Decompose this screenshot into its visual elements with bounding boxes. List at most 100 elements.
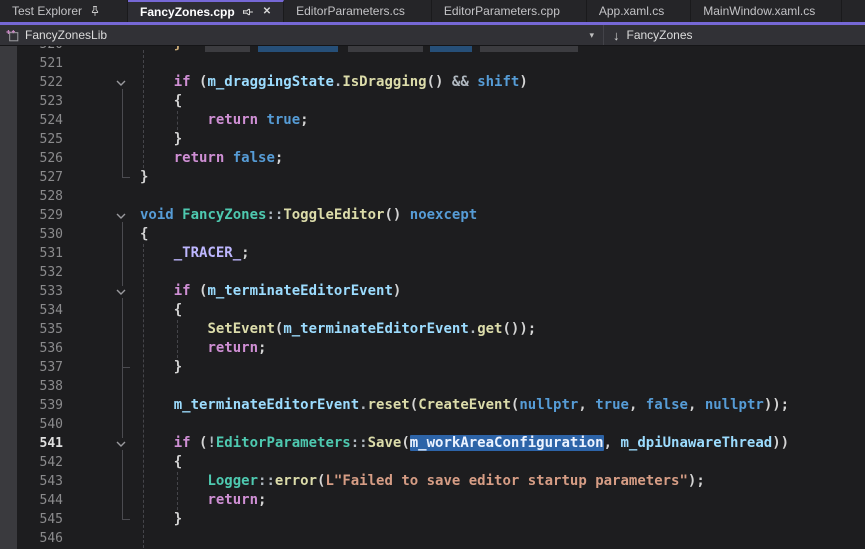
document-tab-bar: Test Explorer FancyZones.cpp ✕ EditorParame… <box>0 0 865 25</box>
code-token: true <box>595 397 629 413</box>
code-token: true <box>266 112 300 128</box>
code-token <box>140 245 174 261</box>
code-token: } <box>140 511 182 527</box>
structure-guide-tick <box>122 367 130 368</box>
selected-token: m_workAreaConfiguration <box>410 435 604 451</box>
code-token: reset <box>368 397 410 413</box>
code-line-523[interactable]: 523 { <box>0 92 865 111</box>
fold-chevron-icon[interactable] <box>111 438 131 450</box>
tab-editorparameters-cpp[interactable]: EditorParameters.cpp <box>432 0 587 22</box>
line-number: 525 <box>0 130 63 149</box>
code-line-540[interactable]: 540 <box>0 415 865 434</box>
code-line-539[interactable]: 539 m_terminateEditorEvent.reset(CreateE… <box>0 396 865 415</box>
tab-label: App.xaml.cs <box>599 4 664 18</box>
code-line-534[interactable]: 534 { <box>0 301 865 320</box>
code-token <box>140 112 207 128</box>
line-number: 523 <box>0 92 63 111</box>
code-token: ) <box>519 74 527 90</box>
navigation-bar: FancyZonesLib ▾ ↓ FancyZones <box>0 25 865 46</box>
code-line-532[interactable]: 532 <box>0 263 865 282</box>
code-text: if (m_draggingState.IsDragging() && shif… <box>140 73 528 92</box>
code-line-543[interactable]: 543 Logger::error(L"Failed to save edito… <box>0 472 865 491</box>
code-token: Logger <box>207 473 258 489</box>
code-token: )) <box>772 435 789 451</box>
code-token: m_terminateEditorEvent <box>283 321 468 337</box>
code-line-538[interactable]: 538 <box>0 377 865 396</box>
code-token: )); <box>764 397 789 413</box>
code-token: m_draggingState <box>207 74 333 90</box>
pin-icon[interactable] <box>242 6 254 18</box>
code-token: return <box>207 112 258 128</box>
tab-app-xaml-cs[interactable]: App.xaml.cs <box>587 0 691 22</box>
pin-icon[interactable] <box>89 5 101 17</box>
code-token <box>140 283 174 299</box>
code-line-544[interactable]: 544 return; <box>0 491 865 510</box>
code-line-531[interactable]: 531 _TRACER_; <box>0 244 865 263</box>
code-token: , <box>629 397 646 413</box>
code-editor[interactable]: 520 }521522 if (m_draggingState.IsDraggi… <box>0 46 865 549</box>
code-line-526[interactable]: 526 return false; <box>0 149 865 168</box>
code-line-541[interactable]: 541 if (!EditorParameters::Save(m_workAr… <box>0 434 865 453</box>
member-dropdown[interactable]: ↓ FancyZones <box>604 25 865 45</box>
code-line-530[interactable]: 530{ <box>0 225 865 244</box>
code-token: ()); <box>502 321 536 337</box>
code-token: ( <box>191 283 208 299</box>
tab-test-explorer[interactable]: Test Explorer <box>0 0 128 22</box>
code-line-528[interactable]: 528 <box>0 187 865 206</box>
tab-label: FancyZones.cpp <box>140 5 235 19</box>
tab-fancyzones-cpp[interactable]: FancyZones.cpp ✕ <box>128 0 284 22</box>
tab-mainwindow-xaml-cs[interactable]: MainWindow.xaml.cs <box>691 0 842 22</box>
code-token <box>140 473 207 489</box>
project-dropdown[interactable]: FancyZonesLib ▾ <box>0 25 604 45</box>
code-text: m_terminateEditorEvent.reset(CreateEvent… <box>140 396 789 415</box>
chevron-down-icon[interactable]: ▾ <box>589 30 594 41</box>
code-text: } <box>140 130 182 149</box>
code-token: EditorParameters <box>216 435 351 451</box>
code-text: if (m_terminateEditorEvent) <box>140 282 401 301</box>
code-token: :: <box>266 207 283 223</box>
line-number: 541 <box>0 434 63 453</box>
code-token: () <box>384 207 401 223</box>
code-token: Save <box>368 435 402 451</box>
code-line-533[interactable]: 533 if (m_terminateEditorEvent) <box>0 282 865 301</box>
code-line-536[interactable]: 536 return; <box>0 339 865 358</box>
code-line-525[interactable]: 525 } <box>0 130 865 149</box>
tab-label: Test Explorer <box>12 4 82 18</box>
code-line-542[interactable]: 542 { <box>0 453 865 472</box>
code-token <box>174 207 182 223</box>
code-text: } <box>140 510 182 529</box>
line-number: 546 <box>0 529 63 548</box>
code-text: { <box>140 225 148 244</box>
line-number: 539 <box>0 396 63 415</box>
line-number: 520 <box>0 46 63 54</box>
code-line-521[interactable]: 521 <box>0 54 865 73</box>
fold-chevron-icon[interactable] <box>111 77 131 89</box>
line-number: 538 <box>0 377 63 396</box>
code-line-522[interactable]: 522 if (m_draggingState.IsDragging() && … <box>0 73 865 92</box>
code-token: . <box>469 321 477 337</box>
fold-chevron-icon[interactable] <box>111 210 131 222</box>
code-token: noexcept <box>410 207 477 223</box>
tab-editorparameters-cs[interactable]: EditorParameters.cs <box>284 0 432 22</box>
code-token: if <box>174 435 191 451</box>
code-line-520[interactable]: 520 } <box>0 46 865 54</box>
line-number: 532 <box>0 263 63 282</box>
code-token: ( <box>410 397 418 413</box>
code-token: ! <box>207 435 215 451</box>
code-token: nullptr <box>519 397 578 413</box>
code-text: return false; <box>140 149 283 168</box>
code-token: get <box>477 321 502 337</box>
code-line-524[interactable]: 524 return true; <box>0 111 865 130</box>
close-icon[interactable]: ✕ <box>261 6 273 18</box>
code-text: _TRACER_; <box>140 244 250 263</box>
code-token <box>140 46 174 52</box>
code-token: m_dpiUnawareThread <box>620 435 772 451</box>
line-number: 528 <box>0 187 63 206</box>
fold-chevron-icon[interactable] <box>111 286 131 298</box>
code-text: { <box>140 92 182 111</box>
code-line-535[interactable]: 535 SetEvent(m_terminateEditorEvent.get(… <box>0 320 865 339</box>
code-line-529[interactable]: 529void FancyZones::ToggleEditor() noexc… <box>0 206 865 225</box>
code-line-546[interactable]: 546 <box>0 529 865 548</box>
code-token <box>443 74 451 90</box>
code-token <box>140 435 174 451</box>
